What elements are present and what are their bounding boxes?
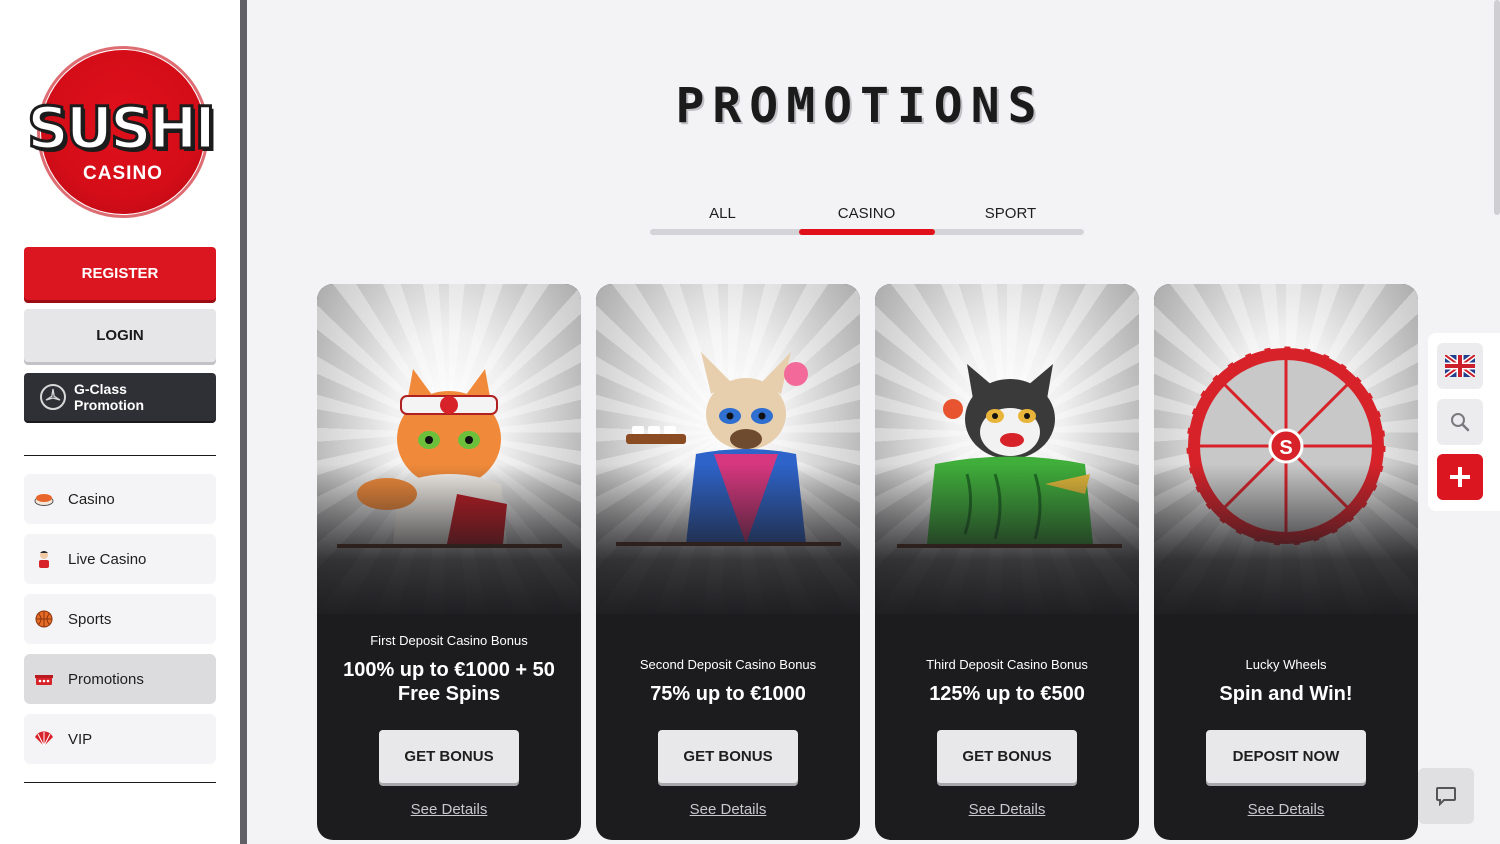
logo-text-sub: CASINO	[83, 163, 163, 184]
sidebar-item-promotions[interactable]: Promotions	[24, 654, 216, 704]
see-details-link[interactable]: See Details	[875, 801, 1139, 818]
promotion-tabs: ALL CASINO SPORT	[650, 205, 1084, 237]
sushi-icon	[34, 489, 54, 509]
logo-text-main: SUSHI	[26, 93, 218, 164]
main-scrollbar[interactable]	[1494, 0, 1500, 215]
language-selector[interactable]	[1437, 343, 1483, 389]
tab-all[interactable]: ALL	[650, 205, 795, 222]
g-class-promotion-label: G-Class Promotion	[74, 381, 144, 413]
tab-casino[interactable]: CASINO	[794, 205, 939, 222]
g-class-promotion-banner[interactable]: G-Class Promotion	[24, 373, 216, 421]
dealer-icon	[34, 549, 54, 569]
promo-card: Second Deposit Casino Bonus 75% up to €1…	[596, 284, 860, 840]
get-bonus-button[interactable]: GET BONUS	[937, 730, 1077, 783]
sidebar-item-live-casino[interactable]: Live Casino	[24, 534, 216, 584]
card-headline: 75% up to €1000	[650, 683, 806, 705]
sushi-casino-logo[interactable]: SUSHI CASINO	[25, 46, 218, 218]
card-fade	[875, 464, 1139, 624]
sidebar-item-label: Promotions	[68, 670, 144, 688]
tab-sport[interactable]: SPORT	[938, 205, 1083, 222]
sidebar-item-sports[interactable]: Sports	[24, 594, 216, 644]
fan-icon	[34, 729, 54, 749]
promo-card: First Deposit Casino Bonus 100% up to €1…	[317, 284, 581, 840]
chat-bubble-icon	[1436, 787, 1456, 806]
expand-button[interactable]	[1437, 454, 1483, 500]
card-subtitle: Second Deposit Casino Bonus	[639, 657, 817, 672]
card-subtitle: Lucky Wheels	[1245, 657, 1327, 672]
sidebar-divider	[24, 782, 216, 783]
card-fade	[1154, 464, 1418, 624]
sidebar-item-label: Sports	[68, 610, 112, 628]
search-button[interactable]	[1437, 399, 1483, 445]
see-details-link[interactable]: See Details	[596, 801, 860, 818]
card-fade	[317, 464, 581, 624]
mercedes-star-icon	[40, 384, 66, 410]
card-headline: Spin and Win!	[1219, 683, 1353, 705]
deposit-now-button[interactable]: DEPOSIT NOW	[1206, 730, 1366, 783]
tab-active-indicator	[799, 229, 935, 235]
card-subtitle: First Deposit Casino Bonus	[370, 633, 528, 648]
uk-flag-icon	[1445, 355, 1475, 377]
card-headline: 100% up to €1000 + 50 Free Spins	[343, 659, 555, 705]
get-bonus-button[interactable]: GET BONUS	[379, 730, 519, 783]
sidebar-item-label: Live Casino	[68, 550, 147, 568]
sidebar-scrollbar[interactable]	[240, 0, 247, 844]
sidebar-item-label: VIP	[68, 730, 93, 748]
plus-icon	[1450, 467, 1470, 487]
page-title: PROMOTIONS	[675, 78, 1045, 134]
svg-text:S: S	[1279, 437, 1292, 459]
floating-toolbar	[1428, 333, 1500, 511]
sidebar-divider	[24, 455, 216, 456]
sidebar-item-vip[interactable]: VIP	[24, 714, 216, 764]
see-details-link[interactable]: See Details	[317, 801, 581, 818]
sidebar-item-casino[interactable]: Casino	[24, 474, 216, 524]
live-chat-button[interactable]	[1418, 768, 1474, 824]
card-subtitle: Third Deposit Casino Bonus	[926, 657, 1088, 672]
see-details-link[interactable]: See Details	[1154, 801, 1418, 818]
basketball-icon	[34, 609, 54, 629]
search-icon	[1451, 413, 1470, 432]
gift-box-icon	[34, 669, 54, 689]
register-button[interactable]: REGISTER	[24, 247, 216, 300]
promo-card: Third Deposit Casino Bonus 125% up to €5…	[875, 284, 1139, 840]
get-bonus-button[interactable]: GET BONUS	[658, 730, 798, 783]
sidebar: SUSHI CASINO REGISTER LOGIN G-Class Prom…	[0, 0, 240, 844]
card-headline: 125% up to €500	[929, 683, 1085, 705]
promo-card: S Lucky Wheels Spin and Win! DEPOSIT NOW…	[1154, 284, 1418, 840]
card-fade	[596, 464, 860, 624]
login-button[interactable]: LOGIN	[24, 309, 216, 362]
sidebar-item-label: Casino	[68, 490, 115, 508]
